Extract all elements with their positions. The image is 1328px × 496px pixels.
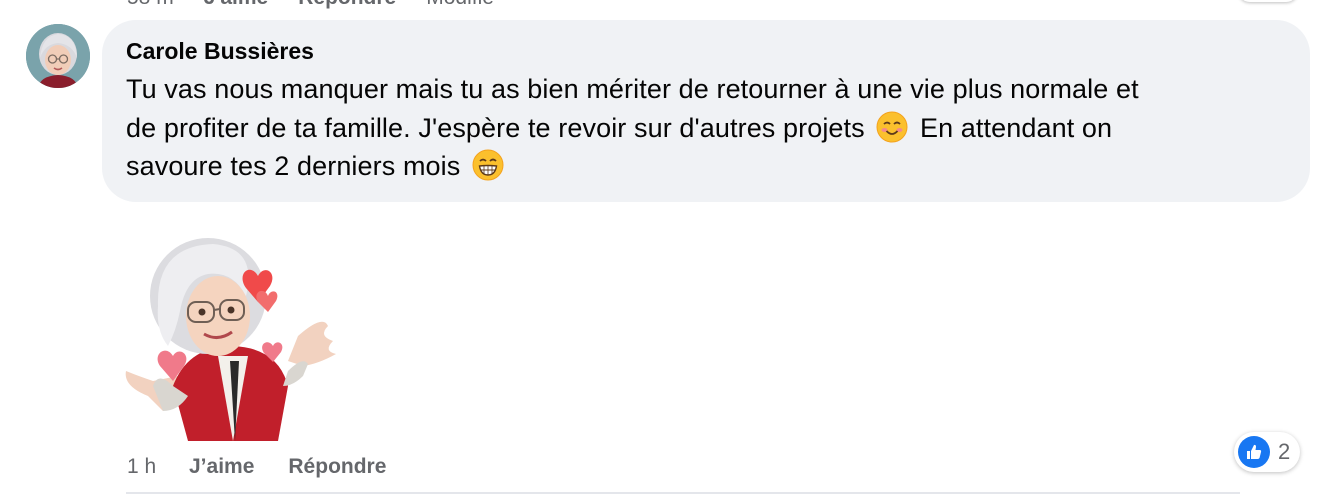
reply-button[interactable]: Répondre (288, 455, 386, 479)
previous-like-button[interactable]: J'aime (204, 0, 269, 10)
previous-comment-actions: 58 m J'aime Répondre Modifié (127, 0, 494, 10)
smiling-blushing-emoji-icon (876, 111, 908, 142)
like-icon (1238, 436, 1270, 468)
previous-edited-label: Modifié (426, 0, 494, 10)
divider (126, 492, 1240, 494)
grinning-emoji-icon (472, 149, 504, 181)
previous-reaction-pill[interactable] (1238, 0, 1298, 2)
comment-bubble: Carole Bussières Tu vas nous manquer mai… (102, 20, 1310, 202)
comment-text-line2: de profiter de ta famille. J'espère te r… (126, 112, 865, 143)
comment-thread: 58 m J'aime Répondre Modifié Carole Buss… (0, 0, 1328, 496)
avatar-image (26, 24, 90, 88)
reaction-count: 2 (1278, 439, 1291, 464)
previous-comment-time: 58 m (127, 0, 174, 10)
comment-actions: 1 h J’aime Répondre (127, 455, 420, 479)
previous-reply-button[interactable]: Répondre (298, 0, 396, 10)
comment-text: Tu vas nous manquer mais tu as bien méri… (126, 70, 1286, 186)
like-button[interactable]: J’aime (189, 455, 254, 479)
comment-text-line3: savoure tes 2 derniers mois (126, 151, 461, 181)
avatar-sticker[interactable] (118, 236, 348, 446)
avatar-sticker-image (125, 238, 336, 441)
avatar[interactable] (26, 24, 90, 88)
comment-author[interactable]: Carole Bussières (126, 36, 1286, 66)
comment-text-line1: Tu vas nous manquer mais tu as bien méri… (126, 74, 1139, 104)
reaction-summary[interactable]: 2 (1234, 432, 1301, 472)
comment-text-line2-end: En attendant on (919, 112, 1113, 143)
comment-time[interactable]: 1 h (127, 455, 189, 479)
